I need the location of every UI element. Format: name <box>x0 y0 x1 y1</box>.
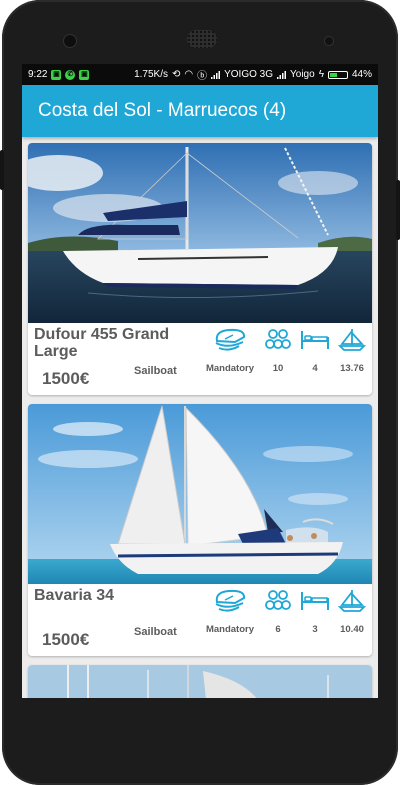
listing-card[interactable] <box>28 665 372 698</box>
screen: 9:22 ▣ ✆ ▣ 1.75K/s ⟲ ◠ ⓑ YOIGO 3G Yoigo … <box>22 64 378 698</box>
length-value: 10.40 <box>340 624 364 635</box>
whatsapp-icon: ✆ <box>65 69 76 80</box>
notification-app-icon: ▣ <box>79 69 90 80</box>
boat-type: Sailboat <box>134 365 177 377</box>
boat-name: Bavaria 34 <box>34 587 115 604</box>
length-feature: 10.40 <box>322 588 372 635</box>
earpiece-speaker <box>187 30 217 48</box>
volume-button[interactable] <box>0 150 4 190</box>
listing-card[interactable]: Bavaria 34 1500€ Sailboat Mandatory 6 3 … <box>28 404 372 656</box>
sailboat-icon <box>337 329 367 351</box>
charging-icon: ϟ <box>318 69 324 80</box>
boat-photo[interactable] <box>28 665 372 698</box>
carrier-1: YOIGO 3G <box>224 69 274 80</box>
battery-icon <box>327 70 348 79</box>
boat-price: 1500€ <box>42 369 90 388</box>
battery-percent: 44% <box>351 69 372 80</box>
status-time: 9:22 <box>28 69 48 80</box>
captain-hat-icon <box>215 589 246 612</box>
signal-icon <box>277 70 287 79</box>
notification-app-icon: ▣ <box>51 69 62 80</box>
listing-info: Dufour 455 Grand Large 1500€ Sailboat Ma… <box>28 323 372 395</box>
listing-card[interactable]: Dufour 455 Grand Large 1500€ Sailboat Ma… <box>28 143 372 395</box>
listing-list[interactable]: Dufour 455 Grand Large 1500€ Sailboat Ma… <box>22 137 378 698</box>
listing-info: Bavaria 34 1500€ Sailboat Mandatory 6 3 … <box>28 584 372 656</box>
boat-price: 1500€ <box>42 630 90 649</box>
boat-name: Dufour 455 Grand Large <box>34 326 170 360</box>
sailboat-icon <box>337 590 367 612</box>
captain-hat-icon <box>215 328 246 351</box>
boat-photo[interactable] <box>28 404 372 584</box>
carrier-2: Yoigo <box>290 69 315 80</box>
length-value: 13.76 <box>340 363 364 374</box>
network-speed: 1.75K/s <box>134 69 168 80</box>
length-feature: 13.76 <box>322 327 372 374</box>
data-saver-icon: ⓑ <box>197 71 208 82</box>
signal-icon <box>211 70 221 79</box>
boat-type: Sailboat <box>134 626 177 638</box>
status-bar: 9:22 ▣ ✆ ▣ 1.75K/s ⟲ ◠ ⓑ YOIGO 3G Yoigo … <box>22 64 378 85</box>
sync-off-icon: ⟲ <box>171 69 181 80</box>
app-bar: Costa del Sol - Marruecos (4) <box>22 85 378 137</box>
page-title: Costa del Sol - Marruecos (4) <box>38 100 287 121</box>
proximity-sensor <box>324 36 334 46</box>
front-camera <box>63 34 77 48</box>
wifi-icon: ◠ <box>184 69 194 80</box>
boat-photo[interactable] <box>28 143 372 323</box>
power-button[interactable] <box>396 180 400 240</box>
